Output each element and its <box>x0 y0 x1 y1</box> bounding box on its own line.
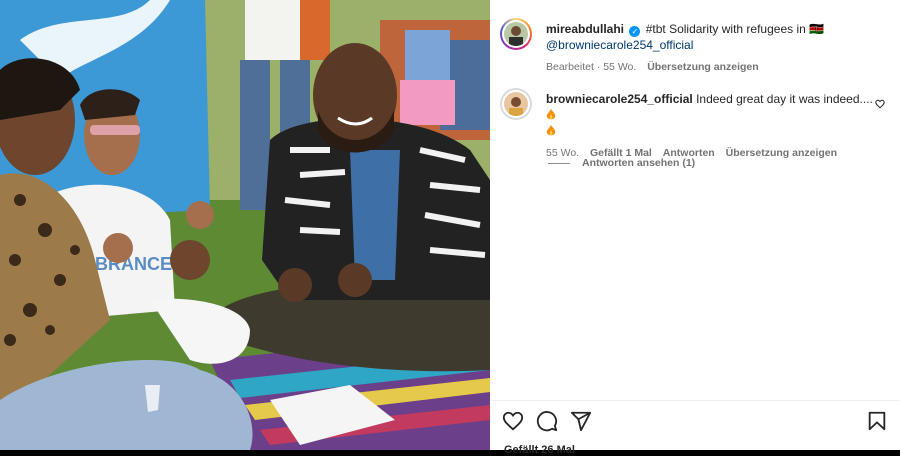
instagram-post-view: BRANCE mireabdullahi ✓ #tbt Solidarity w… <box>0 0 900 456</box>
post-caption-text: #tbt Solidarity with refugees in 🇰🇪 <box>645 22 825 36</box>
post-author-link[interactable]: mireabdullahi <box>546 22 624 36</box>
post-meta: Bearbeitet · 55 Wo. Übersetzung anzeigen <box>546 59 876 75</box>
comment-translate-link[interactable]: Übersetzung anzeigen <box>726 147 837 159</box>
actions-divider <box>490 400 900 401</box>
comment-body: browniecarole254_official Indeed great d… <box>546 91 876 161</box>
post-action-bar <box>502 410 890 434</box>
heart-icon[interactable] <box>502 410 524 432</box>
post-caption: mireabdullahi ✓ #tbt Solidarity with ref… <box>546 21 876 75</box>
commenter-avatar[interactable] <box>500 88 532 120</box>
view-replies-label: Antworten ansehen (1) <box>582 157 696 169</box>
view-replies-button[interactable]: Antworten ansehen (1) <box>548 157 695 169</box>
bookmark-icon[interactable] <box>866 410 888 432</box>
fire-icon <box>546 125 556 136</box>
edited-label: Bearbeitet · 55 Wo. <box>546 61 637 73</box>
commenter-avatar-image <box>504 92 528 116</box>
author-avatar-image <box>504 22 528 46</box>
post-side-panel: mireabdullahi ✓ #tbt Solidarity with ref… <box>490 0 900 456</box>
post-photo[interactable]: BRANCE <box>0 0 490 450</box>
post-translate-link[interactable]: Übersetzung anzeigen <box>647 61 758 73</box>
comment-text: Indeed great day it was indeed.... <box>696 92 873 106</box>
author-avatar[interactable] <box>500 18 532 50</box>
comment-icon[interactable] <box>536 410 558 432</box>
caption-mention-link[interactable]: @browniecarole254_official <box>546 38 693 52</box>
post-photo-illustration: BRANCE <box>0 0 490 450</box>
paper-plane-icon[interactable] <box>570 410 592 432</box>
comment-like-heart-icon[interactable] <box>875 99 885 109</box>
replies-divider <box>548 162 570 164</box>
comment-author-link[interactable]: browniecarole254_official <box>546 92 693 106</box>
likes-count[interactable]: Gefällt 26 Mal <box>504 444 575 456</box>
verified-badge-icon: ✓ <box>629 26 641 37</box>
fire-icon <box>546 109 556 120</box>
